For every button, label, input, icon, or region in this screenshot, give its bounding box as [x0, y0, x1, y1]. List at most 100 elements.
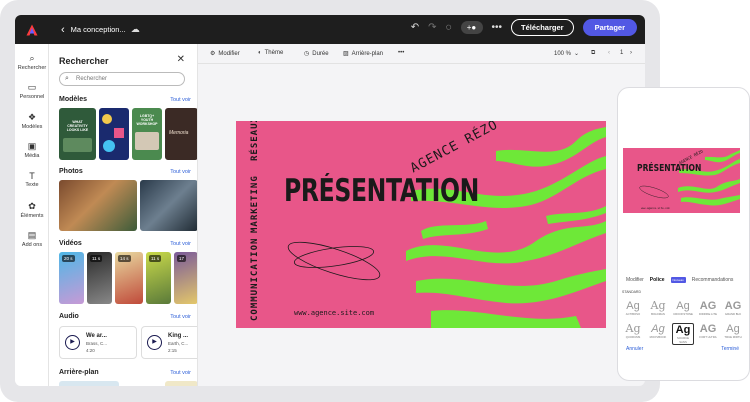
- font-option[interactable]: AG GRAND BLK: [722, 300, 744, 316]
- video-thumb[interactable]: 11 s: [146, 252, 171, 304]
- font-option-selected[interactable]: Ag SOURCE SANS: [672, 323, 694, 345]
- see-all-videos-link[interactable]: Tout voir: [170, 241, 191, 247]
- adobe-express-logo[interactable]: [25, 22, 39, 37]
- see-all-audio-link[interactable]: Tout voir: [170, 314, 191, 320]
- rail-item-templates[interactable]: ❖ Modèles: [15, 112, 49, 130]
- video-duration: 11 s: [149, 255, 162, 262]
- duration-label: Durée: [312, 50, 329, 57]
- video-thumb[interactable]: 20 s: [59, 252, 84, 304]
- more-icon[interactable]: •••: [492, 22, 503, 33]
- canvas-slide[interactable]: RÉSEAUX MARKETING COMMUNICATION PRÉSENTA…: [236, 121, 606, 328]
- side-word-communication: COMMUNICATION: [250, 237, 260, 321]
- more-options-button[interactable]: •••: [398, 50, 404, 56]
- search-input[interactable]: ⌕ Rechercher: [59, 72, 185, 86]
- close-icon[interactable]: ✕: [177, 54, 185, 65]
- share-button[interactable]: Partager: [582, 19, 637, 36]
- font-option[interactable]: Ag BOLDMAN: [647, 300, 669, 317]
- phone-slide-url: www.agence.site.com: [641, 207, 670, 210]
- audio-duration: 2:15: [168, 348, 177, 353]
- photo-thumb[interactable]: [59, 180, 137, 231]
- play-icon[interactable]: ▶: [65, 335, 80, 350]
- font-name: CROOKSTONE: [673, 312, 693, 316]
- font-sample: Ag: [625, 322, 641, 335]
- video-thumb[interactable]: 14 s: [115, 252, 143, 304]
- palette-icon: ◐: [258, 50, 262, 56]
- zoom-dropdown[interactable]: 100 % ⌄: [554, 50, 579, 58]
- background-button[interactable]: ▨ Arrière-plan: [343, 50, 383, 58]
- template-art: [103, 140, 115, 152]
- tab-font[interactable]: Police: [650, 277, 665, 283]
- font-sample: Ag: [651, 323, 665, 335]
- rail-item-personal[interactable]: ▭ Personnel: [15, 82, 49, 100]
- tab-modify[interactable]: Modifier: [626, 277, 644, 283]
- cloud-icon: ☁: [130, 24, 140, 34]
- edit-toolbar: ⚙ Modifier ◐ Thème ◷ Durée ▨ Arrière-plan ••…: [198, 44, 645, 64]
- video-thumb[interactable]: 17: [174, 252, 197, 304]
- section-title-templates: Modèles: [59, 96, 88, 103]
- font-option[interactable]: Ag TRUE MIRTH: [722, 323, 744, 339]
- font-option[interactable]: AG DIDRIKE LITE: [697, 300, 719, 316]
- tab-recommendations[interactable]: Recommandations: [692, 277, 734, 283]
- video-duration: 11 s: [90, 255, 103, 262]
- audio-title: We ar...: [86, 333, 107, 339]
- rail-label: Média: [24, 153, 40, 159]
- back-chevron-icon[interactable]: ‹: [61, 24, 65, 36]
- modify-button[interactable]: ⚙ Modifier: [210, 50, 240, 58]
- see-all-photos-link[interactable]: Tout voir: [170, 169, 191, 175]
- duration-button[interactable]: ◷ Durée: [304, 50, 329, 58]
- pages-icon[interactable]: ⧉: [591, 50, 595, 57]
- font-option[interactable]: Ag MOOVBOOK: [647, 323, 669, 339]
- media-icon: ▣: [27, 141, 37, 151]
- redo-icon[interactable]: ↷: [428, 22, 436, 33]
- rail-item-elements[interactable]: ✿ Éléments: [15, 201, 49, 219]
- slide-url[interactable]: www.agence.site.com: [294, 309, 374, 317]
- lightbulb-icon[interactable]: ◌: [446, 22, 452, 33]
- font-name: QUORUMS: [625, 335, 641, 339]
- undo-icon[interactable]: ↶: [411, 22, 419, 33]
- template-thumb[interactable]: LGBTQ+ YOUTH WORKSHOP: [132, 108, 162, 160]
- template-thumb[interactable]: WHAT CREATIVITY LOOKS LIKE: [59, 108, 96, 160]
- prev-page-icon[interactable]: ‹: [608, 50, 610, 56]
- rail-item-media[interactable]: ▣ Média: [15, 141, 49, 159]
- phone-slide-preview[interactable]: PRÉSENTATION AGENCE RÉZO www.agence.site…: [623, 148, 740, 213]
- rail-item-text[interactable]: T Texte: [15, 171, 49, 188]
- invite-avatar[interactable]: +●: [460, 21, 483, 34]
- search-placeholder: Rechercher: [76, 76, 108, 82]
- font-option[interactable]: Ag CROOKSTONE: [672, 300, 694, 316]
- rail-label: Éléments: [20, 213, 44, 219]
- search-panel: Rechercher ✕ ⌕ Rechercher Modèles Tout v…: [49, 44, 198, 386]
- rail-item-search[interactable]: ⌕ Rechercher: [15, 53, 49, 71]
- next-page-icon[interactable]: ›: [630, 50, 632, 56]
- see-all-backgrounds-link[interactable]: Tout voir: [170, 370, 191, 376]
- background-thumb[interactable]: [165, 381, 197, 386]
- play-icon[interactable]: ▶: [147, 335, 162, 350]
- video-duration: 20 s: [62, 255, 75, 262]
- font-option[interactable]: Ag ACTIBOSO: [622, 300, 644, 316]
- audio-card[interactable]: ▶ King ... Earth, C... 2:15: [141, 326, 197, 359]
- font-name: GRAND BLK: [724, 312, 742, 316]
- video-thumb[interactable]: 11 s: [87, 252, 112, 304]
- see-all-templates-link[interactable]: Tout voir: [170, 97, 191, 103]
- font-name: MOOVBOOK: [649, 335, 667, 339]
- text-icon: T: [29, 171, 35, 181]
- sliders-icon: ⚙: [210, 51, 216, 57]
- download-button[interactable]: Télécharger: [511, 19, 574, 36]
- background-thumb[interactable]: [59, 381, 119, 386]
- template-thumb[interactable]: Memoria: [165, 108, 197, 160]
- document-title[interactable]: Ma conception...: [71, 25, 126, 34]
- rail-item-addons[interactable]: ▤ Add ons: [15, 230, 49, 248]
- left-rail: ⌕ Rechercher ▭ Personnel ❖ Modèles ▣ Méd…: [15, 44, 49, 386]
- cancel-button[interactable]: Annuler: [626, 346, 643, 352]
- done-button[interactable]: Terminé: [721, 346, 739, 352]
- slide-title[interactable]: PRÉSENTATION: [284, 173, 479, 209]
- video-duration: 17: [177, 255, 187, 262]
- clock-icon: ◷: [304, 51, 310, 57]
- theme-button[interactable]: ◐ Thème: [258, 50, 283, 56]
- template-thumb[interactable]: [99, 108, 129, 160]
- standard-label: STANDARD: [622, 290, 641, 294]
- photo-thumb[interactable]: [140, 180, 197, 231]
- audio-card[interactable]: ▶ We ar... Brass, C... 4:20: [59, 326, 137, 359]
- font-option[interactable]: Ag QUORUMS: [622, 322, 644, 340]
- font-name: SOURCE SANS: [677, 336, 689, 344]
- font-option[interactable]: AG FORT ULTRA: [697, 323, 719, 339]
